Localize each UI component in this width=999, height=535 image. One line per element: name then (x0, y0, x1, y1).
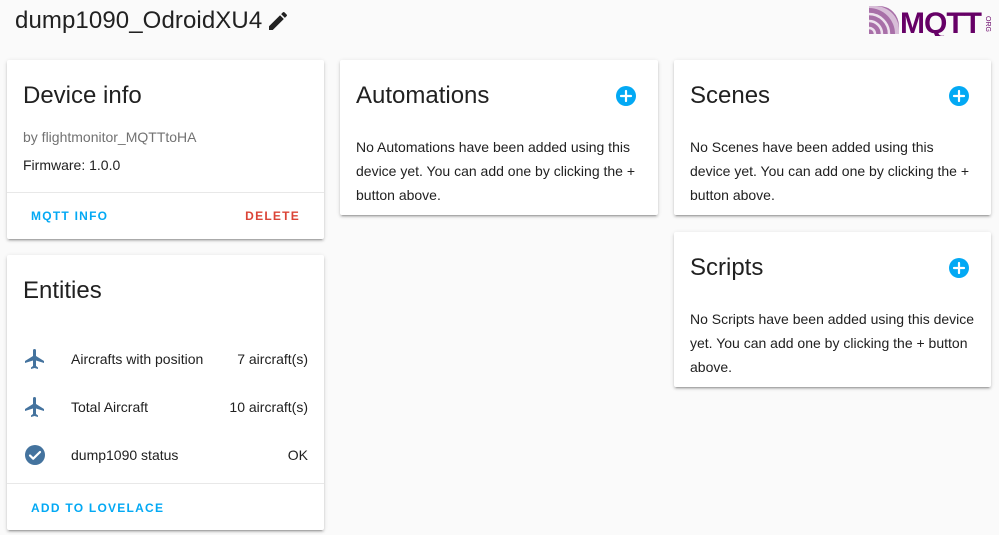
scripts-card: Scripts No Scripts have been added using… (674, 232, 991, 387)
entity-state: 10 aircraft(s) (229, 399, 308, 415)
device-info-card: Device info by flightmonitor_MQTTtoHA Fi… (7, 60, 324, 239)
entities-title: Entities (23, 277, 102, 304)
entity-row[interactable]: Total Aircraft 10 aircraft(s) (7, 387, 324, 427)
scripts-empty-text: No Scripts have been added using this de… (690, 311, 975, 375)
entity-row[interactable]: Aircrafts with position 7 aircraft(s) (7, 339, 324, 379)
mqtt-info-button[interactable]: MQTT INFO (23, 206, 116, 226)
pencil-icon[interactable] (266, 9, 290, 33)
entity-name: Total Aircraft (71, 399, 149, 415)
scenes-card: Scenes No Scenes have been added using t… (674, 60, 991, 215)
airplane-icon (25, 397, 44, 417)
scenes-title: Scenes (690, 82, 771, 109)
device-manufacturer: by flightmonitor_MQTTtoHA (23, 129, 197, 145)
delete-button[interactable]: DELETE (237, 206, 308, 226)
page-title: dump1090_OdroidXU4 (15, 7, 263, 34)
add-script-icon[interactable] (947, 256, 971, 280)
scenes-empty-text: No Scenes have been added using this dev… (690, 139, 970, 203)
add-automation-icon[interactable] (614, 84, 638, 108)
scripts-title: Scripts (690, 254, 764, 281)
mqtt-logo-waves (868, 6, 899, 35)
mqtt-logo-text: MQTT (900, 7, 982, 36)
entity-name: Aircrafts with position (71, 351, 204, 367)
entities-card: Entities Aircrafts with position 7 aircr… (7, 255, 324, 530)
automations-title: Automations (356, 82, 490, 109)
add-to-lovelace-button[interactable]: ADD TO LOVELACE (23, 498, 172, 518)
device-firmware: Firmware: 1.0.0 (23, 157, 121, 173)
device-info-title: Device info (23, 82, 142, 109)
entity-name: dump1090 status (71, 447, 179, 463)
entity-state: 7 aircraft(s) (237, 351, 308, 367)
entity-row[interactable]: dump1090 status OK (7, 435, 324, 475)
automations-card: Automations No Automations have been add… (340, 60, 658, 215)
entity-state: OK (287, 447, 308, 463)
add-scene-icon[interactable] (947, 84, 971, 108)
mqtt-logo-suffix: ORG (984, 16, 991, 32)
card-divider (7, 483, 324, 484)
airplane-icon (25, 349, 44, 369)
mqtt-logo: MQTT ORG (868, 6, 991, 36)
page-header: dump1090_OdroidXU4 MQTT ORG (0, 0, 999, 44)
check-circle-icon (25, 445, 45, 465)
card-divider (7, 192, 324, 193)
automations-empty-text: No Automations have been added using thi… (356, 139, 636, 203)
